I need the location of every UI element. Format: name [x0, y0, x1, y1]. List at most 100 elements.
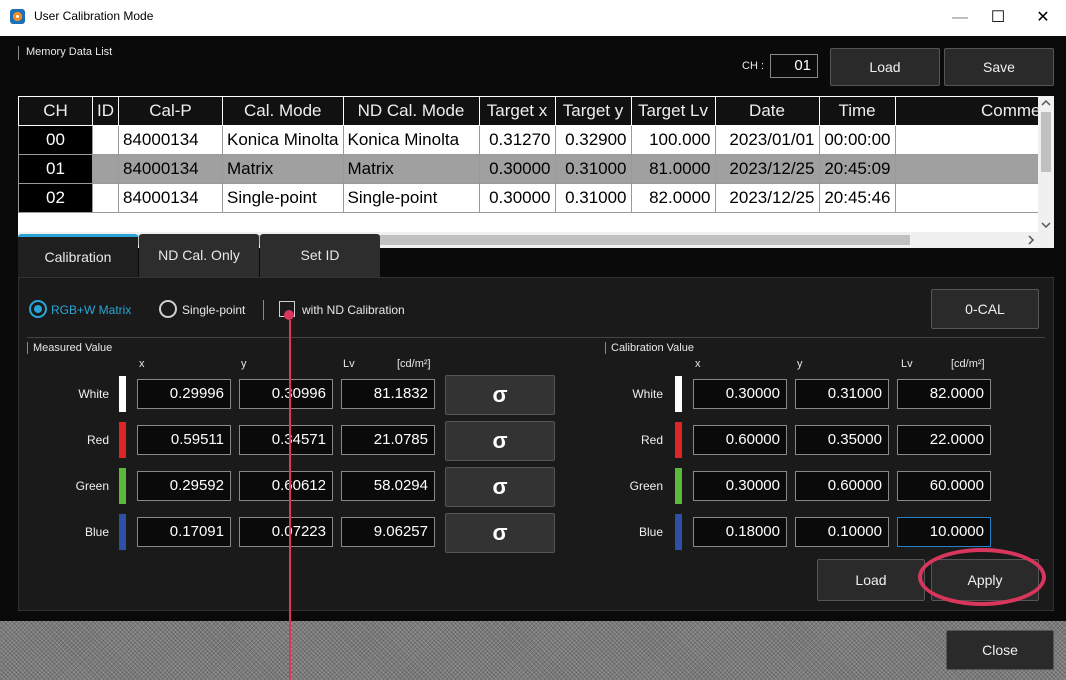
cell-comment	[894, 154, 1046, 184]
scroll-down-icon[interactable]	[1038, 218, 1054, 232]
table-row-selected[interactable]: 01 84000134 Matrix Matrix 0.30000 0.3100…	[18, 154, 1046, 184]
calibration-white-lv[interactable]: 82.0000	[897, 379, 991, 409]
measure-green-button[interactable]: σ	[445, 467, 555, 507]
vertical-scrollbar[interactable]	[1038, 96, 1054, 232]
minimize-button[interactable]: —	[945, 6, 975, 30]
col-date[interactable]: Date	[714, 96, 820, 126]
calibration-value-label: Calibration Value	[611, 342, 694, 354]
cell-ch: 00	[18, 125, 93, 155]
memory-data-table[interactable]: CH ID Cal-P Cal. Mode ND Cal. Mode Targe…	[18, 96, 1054, 248]
footer-bar: Close	[0, 621, 1066, 680]
cell-cal-mode: Matrix	[222, 154, 344, 184]
zero-cal-button[interactable]: 0-CAL	[931, 289, 1039, 329]
measured-white-y: 0.30996	[239, 379, 333, 409]
measure-blue-button[interactable]: σ	[445, 513, 555, 553]
tab-set-id[interactable]: Set ID	[260, 234, 380, 277]
col-target-x[interactable]: Target x	[478, 96, 556, 126]
rgbw-matrix-label[interactable]: RGB+W Matrix	[51, 303, 131, 317]
measured-y-header: y	[241, 358, 247, 370]
col-target-y[interactable]: Target y	[554, 96, 632, 126]
single-point-label[interactable]: Single-point	[182, 303, 245, 317]
memory-save-button[interactable]: Save	[944, 48, 1054, 86]
white-swatch	[119, 376, 126, 412]
green-swatch	[119, 468, 126, 504]
single-point-radio[interactable]	[159, 300, 177, 318]
section-marker	[18, 46, 19, 60]
nd-calibration-label[interactable]: with ND Calibration	[302, 303, 405, 317]
table-row[interactable]: 00 84000134 Konica Minolta Konica Minolt…	[18, 125, 1046, 155]
annotation-pointer-line	[289, 320, 291, 680]
calibration-red-lv[interactable]: 22.0000	[897, 425, 991, 455]
cell-cal-p: 84000134	[118, 183, 223, 213]
calibration-green-lv[interactable]: 60.0000	[897, 471, 991, 501]
close-window-button[interactable]: ✕	[1028, 6, 1058, 30]
cell-target-lv: 82.0000	[630, 183, 716, 213]
table-header-row: CH ID Cal-P Cal. Mode ND Cal. Mode Targe…	[18, 96, 1046, 126]
calibration-blue-x[interactable]: 0.18000	[693, 517, 787, 547]
white-swatch	[675, 376, 682, 412]
ch-input[interactable]: 01	[770, 54, 818, 78]
divider	[27, 337, 1045, 338]
calibration-red-y[interactable]: 0.35000	[795, 425, 889, 455]
tab-calibration[interactable]: Calibration	[18, 234, 138, 280]
calibration-load-button[interactable]: Load	[817, 559, 925, 601]
cell-time: 20:45:09	[818, 154, 896, 184]
title-bar: User Calibration Mode — ☐ ✕	[0, 0, 1066, 36]
cell-target-y: 0.31000	[554, 183, 632, 213]
cell-cal-mode: Single-point	[222, 183, 344, 213]
close-button[interactable]: Close	[946, 630, 1054, 670]
calibration-green-y[interactable]: 0.60000	[795, 471, 889, 501]
option-divider	[263, 300, 264, 320]
col-target-lv[interactable]: Target Lv	[630, 96, 716, 126]
cell-target-lv: 100.000	[630, 125, 716, 155]
col-cal-p[interactable]: Cal-P	[118, 96, 223, 126]
calibration-red-x[interactable]: 0.60000	[693, 425, 787, 455]
maximize-button[interactable]: ☐	[983, 6, 1013, 30]
calibration-green-x[interactable]: 0.30000	[693, 471, 787, 501]
cell-comment	[894, 183, 1046, 213]
calibration-white-x[interactable]: 0.30000	[693, 379, 787, 409]
scroll-right-icon[interactable]	[1024, 232, 1038, 248]
tab-nd-cal-only[interactable]: ND Cal. Only	[139, 234, 259, 277]
cell-cal-mode: Konica Minolta	[222, 125, 344, 155]
col-id[interactable]: ID	[92, 96, 119, 126]
measured-row-label: Blue	[84, 525, 109, 539]
cell-nd-cal-mode: Konica Minolta	[342, 125, 480, 155]
red-swatch	[675, 422, 682, 458]
annotation-highlight-ellipse	[918, 548, 1046, 606]
cell-id	[92, 125, 119, 155]
table-row[interactable]: 02 84000134 Single-point Single-point 0.…	[18, 183, 1046, 213]
scroll-up-icon[interactable]	[1038, 96, 1054, 110]
calibration-white-y[interactable]: 0.31000	[795, 379, 889, 409]
measured-blue-lv: 9.06257	[341, 517, 435, 547]
measured-unit-label: [cd/m²]	[397, 358, 431, 370]
calibration-unit-label: [cd/m²]	[951, 358, 985, 370]
measure-icon: σ	[492, 382, 508, 407]
calibration-row-label: Blue	[638, 525, 663, 539]
col-cal-mode[interactable]: Cal. Mode	[222, 96, 344, 126]
measure-white-button[interactable]: σ	[445, 375, 555, 415]
cell-ch: 02	[18, 183, 93, 213]
col-ch[interactable]: CH	[18, 96, 93, 126]
measure-red-button[interactable]: σ	[445, 421, 555, 461]
col-time[interactable]: Time	[818, 96, 896, 126]
cell-target-x: 0.30000	[478, 183, 556, 213]
cell-time: 00:00:00	[818, 125, 896, 155]
calibration-blue-y[interactable]: 0.10000	[795, 517, 889, 547]
memory-load-button[interactable]: Load	[830, 48, 940, 86]
cell-nd-cal-mode: Single-point	[342, 183, 480, 213]
calibration-blue-lv[interactable]: 10.0000	[897, 517, 991, 547]
col-nd-cal-mode[interactable]: ND Cal. Mode	[342, 96, 480, 126]
vertical-scroll-thumb[interactable]	[1041, 112, 1051, 172]
measured-red-x: 0.59511	[137, 425, 231, 455]
cell-id	[92, 183, 119, 213]
cell-ch: 01	[18, 154, 93, 184]
calibration-row-label: Green	[629, 479, 663, 493]
measured-row-label: White	[78, 387, 109, 401]
cell-target-y: 0.32900	[554, 125, 632, 155]
measured-blue-x: 0.17091	[137, 517, 231, 547]
rgbw-matrix-radio[interactable]	[29, 300, 47, 318]
cell-target-x: 0.31270	[478, 125, 556, 155]
calibration-lv-header: Lv	[901, 358, 913, 370]
col-comment[interactable]: Comme	[894, 96, 1046, 126]
